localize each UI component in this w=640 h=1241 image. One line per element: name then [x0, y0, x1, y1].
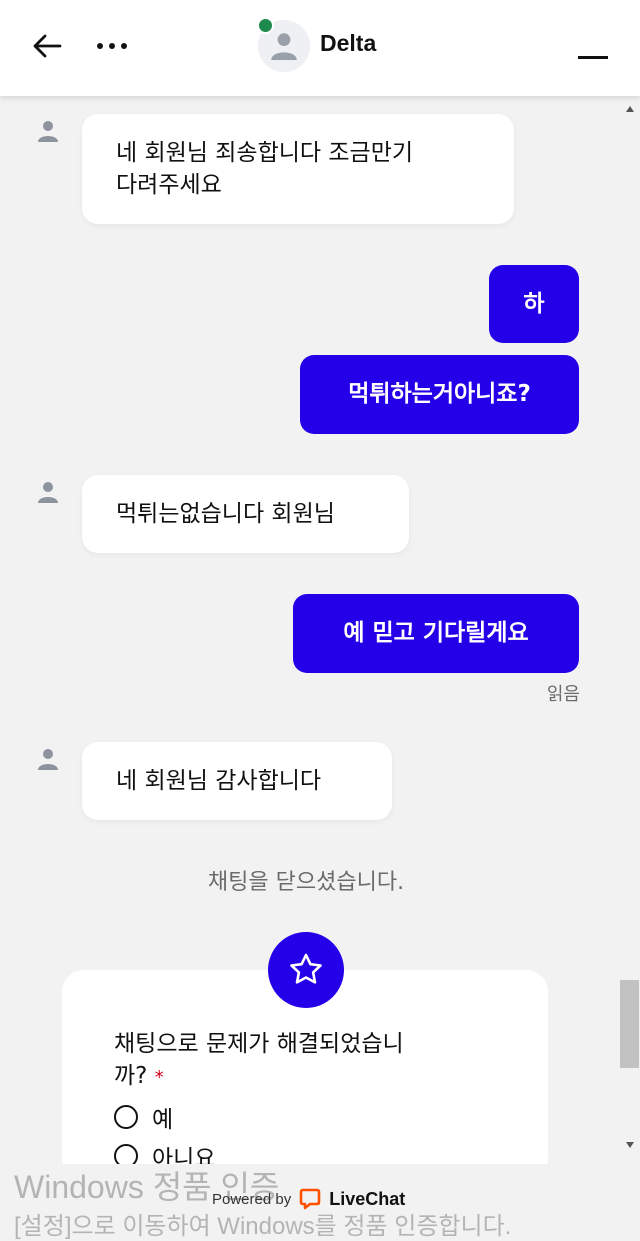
more-icon — [97, 43, 127, 49]
powered-by-label: Powered by — [212, 1190, 292, 1208]
agent-message: 네 회원님 죄송합니다 조금만기 다려주세요 — [82, 114, 514, 224]
powered-by-livechat-link[interactable]: Powered by LiveChat — [212, 1188, 405, 1210]
agent-avatar — [257, 17, 310, 72]
more-options-button[interactable] — [86, 26, 138, 66]
radio-button[interactable] — [114, 1105, 138, 1129]
survey-option-yes[interactable]: 예 — [114, 1100, 173, 1134]
agent-message: 먹튀는없습니다 회원님 — [82, 475, 409, 553]
agent-person-icon — [38, 121, 58, 142]
minimize-button[interactable] — [566, 32, 620, 68]
visitor-message: 하 — [489, 265, 579, 343]
agent-message: 네 회원님 감사합니다 — [82, 742, 392, 820]
option-label: 예 — [152, 1107, 174, 1133]
required-mark: * — [154, 1067, 164, 1088]
agent-person-icon — [38, 482, 58, 503]
read-receipt: 읽음 — [546, 684, 580, 705]
person-icon — [271, 33, 297, 60]
livechat-logo-icon — [299, 1188, 321, 1210]
windows-activation-watermark-text: [설정]으로 이동하여 Windows를 정품 인증합니다. — [14, 1213, 512, 1240]
scroll-up-arrow[interactable] — [626, 106, 634, 112]
back-button[interactable] — [22, 26, 72, 66]
visitor-message: 먹튀하는거아니죠? — [300, 355, 579, 434]
agent-person-icon — [38, 749, 58, 770]
chat-closed-notice: 채팅을 닫으셨습니다. — [207, 870, 405, 895]
chat-header: Delta — [0, 0, 640, 96]
livechat-brand: LiveChat — [329, 1188, 406, 1209]
star-icon — [290, 953, 322, 984]
online-status-dot — [257, 17, 274, 34]
survey-question: 채팅으로 문제가 해결되었습니 까? * — [114, 1028, 494, 1094]
agent-name: Delta — [320, 30, 377, 56]
rating-badge — [268, 932, 344, 1008]
scroll-down-arrow[interactable] — [626, 1142, 634, 1148]
visitor-message: 예 믿고 기다릴게요 — [293, 594, 579, 673]
scrollbar-thumb[interactable] — [620, 980, 639, 1068]
back-arrow-icon — [33, 34, 62, 58]
minimize-icon — [578, 56, 608, 59]
